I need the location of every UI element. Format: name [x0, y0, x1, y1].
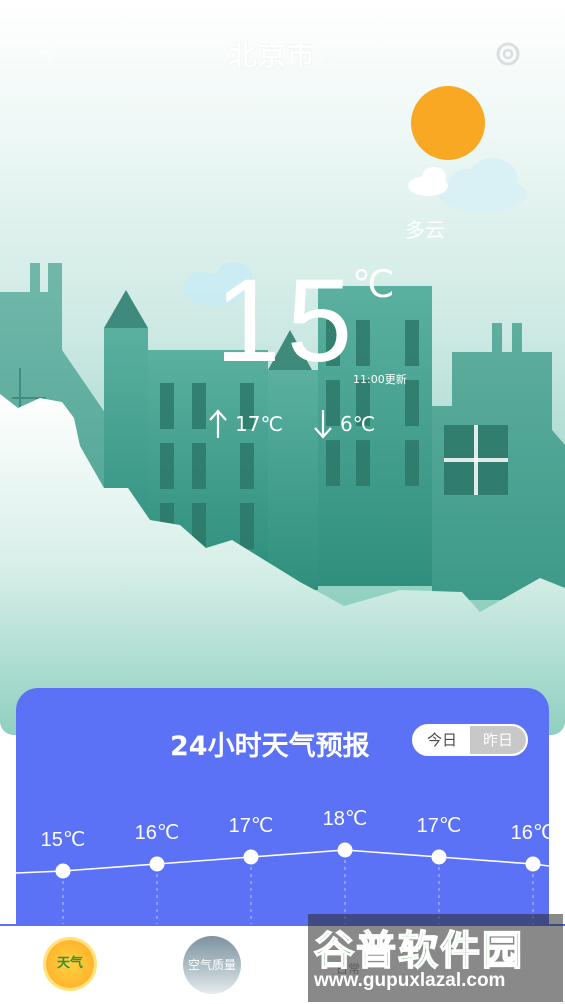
gear-icon[interactable]	[492, 38, 524, 70]
hour-temperature-label: 16℃	[511, 822, 549, 844]
watermark-name: 谷普软件园	[313, 927, 524, 975]
hour-point	[431, 849, 447, 865]
watermark-url: www.gupuxlazal.com	[314, 970, 506, 991]
low-temperature: 6℃	[312, 408, 375, 440]
arrow-down-icon	[314, 410, 332, 439]
arrow-up-icon	[209, 409, 227, 438]
hour-temperature-label: 17℃	[229, 815, 274, 837]
hour-temperature-label: 17℃	[417, 815, 462, 837]
high-temperature: 17℃	[207, 408, 283, 440]
hour-temperature-label: 18℃	[323, 808, 368, 830]
weather-condition: 多云	[405, 218, 445, 242]
chevron-down-icon: ⌄	[321, 47, 337, 67]
nav-weather-button[interactable]: 天气	[46, 940, 94, 988]
toggle-today[interactable]: 今日	[414, 726, 470, 754]
toggle-yesterday[interactable]: 昨日	[470, 726, 526, 754]
hour-point	[149, 856, 165, 872]
current-temperature: 15	[215, 255, 359, 387]
temperature-unit: ℃	[352, 262, 395, 306]
top-bar: 北京市 ⌄	[0, 26, 565, 82]
hour-point	[337, 842, 353, 858]
hourly-temperature-chart: 15℃ 16℃ 17℃ 18℃ 17℃ 16℃	[16, 808, 549, 928]
city-selector[interactable]: 北京市 ⌄	[0, 34, 565, 74]
forecast-title: 24小时天气预报	[170, 731, 370, 762]
nav-air-quality-button[interactable]: 空气质量	[183, 936, 241, 994]
watermark: 谷普软件园 www.gupuxlazal.com	[308, 914, 563, 1002]
hour-temperature-label: 16℃	[135, 822, 180, 844]
hour-point	[243, 849, 259, 865]
partly-cloudy-icon	[408, 86, 526, 212]
low-temperature-value: 6℃	[340, 412, 376, 436]
hour-point	[55, 863, 71, 879]
high-temperature-value: 17℃	[235, 412, 283, 436]
update-time: 11:00更新	[353, 373, 407, 386]
temperature-line	[16, 849, 549, 874]
hour-temperature-label: 15℃	[41, 829, 86, 851]
city-name: 北京市	[228, 39, 316, 72]
hour-point	[525, 856, 541, 872]
day-toggle[interactable]: 今日 昨日	[412, 724, 528, 756]
weather-hero: 北京市 ⌄ 多云 15 ℃ 11:00更新 17℃ 6℃	[0, 0, 565, 735]
